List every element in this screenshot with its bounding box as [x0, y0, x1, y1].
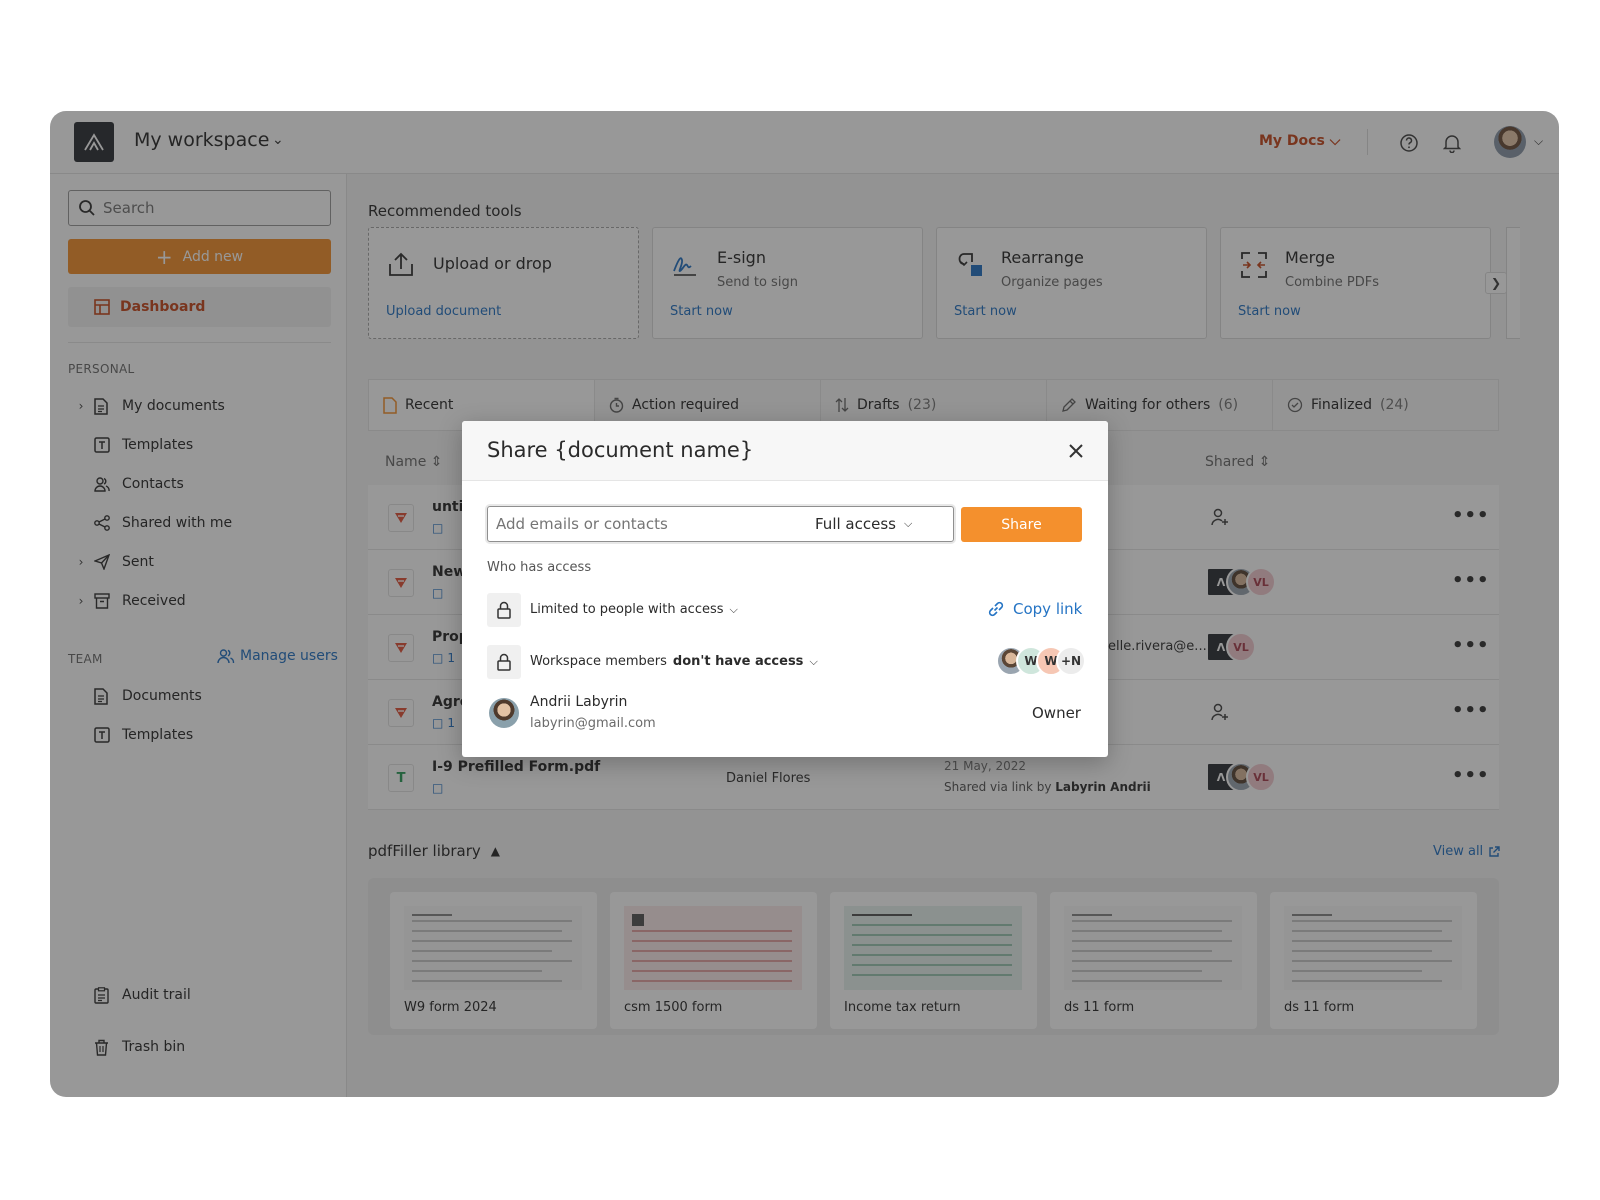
owner-avatar — [489, 698, 519, 728]
lock-icon — [487, 645, 521, 679]
owner-email: labyrin@gmail.com — [530, 716, 656, 731]
lock-icon — [487, 593, 521, 627]
share-recipient-field[interactable]: Full access ⌵ — [487, 506, 954, 542]
owner-role: Owner — [1032, 704, 1081, 722]
workspace-access-dropdown[interactable]: Workspace members don't have access ⌵ — [530, 654, 818, 669]
workspace-member-avatars[interactable]: W W +N — [996, 646, 1086, 676]
link-icon — [988, 601, 1004, 617]
chevron-down-icon: ⌵ — [809, 654, 818, 668]
emails-input[interactable] — [496, 514, 796, 534]
chevron-down-icon: ⌵ — [903, 517, 913, 530]
who-has-access-label: Who has access — [487, 560, 592, 575]
workspace-access-status: don't have access — [672, 654, 804, 669]
copy-link-label: Copy link — [1013, 600, 1083, 618]
chevron-down-icon: ⌵ — [729, 602, 738, 616]
share-button[interactable]: Share — [961, 507, 1082, 542]
dialog-title: Share {document name} — [487, 438, 754, 462]
copy-link-button[interactable]: Copy link — [987, 600, 1082, 618]
access-level-dropdown[interactable]: Full access ⌵ — [815, 515, 912, 533]
more-members-badge: +N — [1056, 646, 1086, 676]
link-access-dropdown[interactable]: Limited to people with access ⌵ — [530, 602, 738, 617]
dialog-header: Share {document name} — [462, 421, 1108, 481]
close-icon[interactable] — [1066, 441, 1086, 461]
owner-name: Andrii Labyrin — [530, 694, 628, 710]
link-access-label: Limited to people with access — [530, 602, 724, 617]
share-dialog: Share {document name} Full access ⌵ Shar… — [462, 421, 1108, 757]
workspace-access-prefix: Workspace members — [530, 654, 667, 669]
access-level-label: Full access — [815, 515, 896, 533]
